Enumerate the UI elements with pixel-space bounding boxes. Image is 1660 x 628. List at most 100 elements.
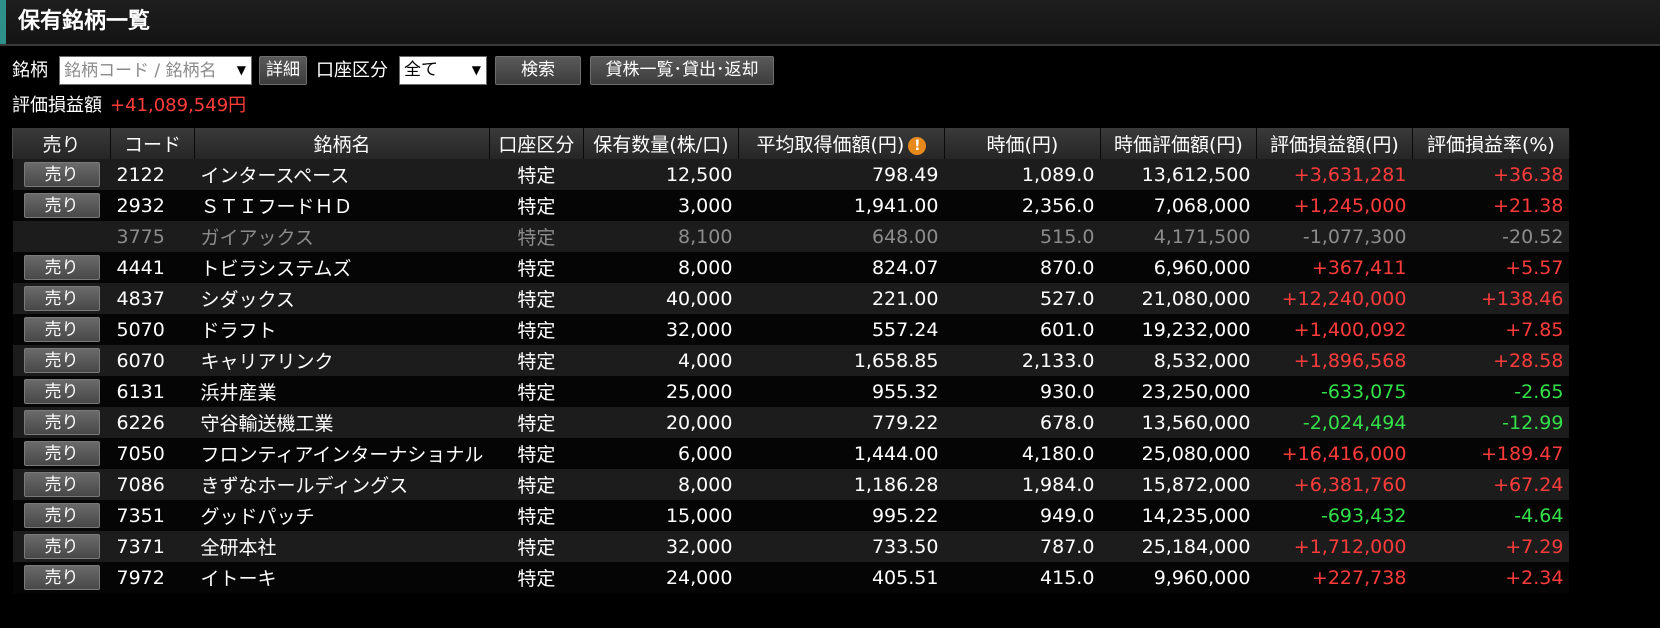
header-pl-rate[interactable]: 評価損益率(%) bbox=[1411, 128, 1570, 159]
table-row[interactable]: 売り 2122 インタースペース 特定 12,500 798.49 1,089.0 13,61… bbox=[12, 159, 1570, 190]
table-row[interactable]: 3775 ガイアックス 特定 8,100 648.00 515.0 4,171,500 -1,… bbox=[12, 221, 1570, 252]
avg-price-cell: 779.22 bbox=[738, 407, 945, 438]
pl-rate-cell: +189.47 bbox=[1412, 438, 1570, 469]
quantity-cell: 32,000 bbox=[583, 531, 739, 562]
header-name[interactable]: 銘柄名 bbox=[194, 128, 490, 159]
account-select[interactable]: 全て ▼ bbox=[399, 56, 487, 85]
account-cell: 特定 bbox=[489, 407, 584, 438]
sell-button[interactable]: 売り bbox=[23, 565, 100, 590]
pl-rate-cell: +7.85 bbox=[1412, 314, 1570, 345]
account-cell: 特定 bbox=[489, 159, 584, 190]
sell-button[interactable]: 売り bbox=[23, 162, 100, 187]
avg-price-cell: 995.22 bbox=[738, 500, 945, 531]
sell-cell: 売り bbox=[12, 438, 111, 469]
sell-cell: 売り bbox=[12, 345, 111, 376]
header-code[interactable]: コード bbox=[110, 128, 195, 159]
sell-button[interactable]: 売り bbox=[23, 193, 100, 218]
header-market-value[interactable]: 時価評価額(円) bbox=[1099, 128, 1257, 159]
summary-value: +41,089,549円 bbox=[110, 95, 247, 116]
name-cell: インタースペース bbox=[194, 159, 490, 190]
sell-button[interactable]: 売り bbox=[23, 534, 100, 559]
code-cell: 6131 bbox=[110, 376, 195, 407]
sell-button[interactable]: 売り bbox=[23, 348, 100, 373]
table-row[interactable]: 売り 2932 ＳＴＩフードＨＤ 特定 3,000 1,941.00 2,356.0 7,06… bbox=[12, 190, 1570, 221]
sell-cell bbox=[12, 221, 111, 252]
quantity-cell: 32,000 bbox=[583, 314, 739, 345]
table-row[interactable]: 売り 7050 フロンティアインターナショナル 特定 6,000 1,444.00 4,18… bbox=[12, 438, 1570, 469]
sell-button[interactable]: 売り bbox=[23, 472, 100, 497]
sell-cell: 売り bbox=[12, 562, 111, 593]
quantity-cell: 12,500 bbox=[583, 159, 739, 190]
price-cell: 415.0 bbox=[944, 562, 1101, 593]
sell-button[interactable]: 売り bbox=[23, 503, 100, 528]
table-row[interactable]: 売り 6131 浜井産業 特定 25,000 955.32 930.0 23,250,000-… bbox=[12, 376, 1570, 407]
table-row[interactable]: 売り 4441 トビラシステムズ 特定 8,000 824.07 870.0 6,960,00… bbox=[12, 252, 1570, 283]
code-cell: 5070 bbox=[110, 314, 195, 345]
header-avg-price[interactable]: 平均取得価額(円)! bbox=[737, 128, 945, 159]
name-cell: 浜井産業 bbox=[194, 376, 490, 407]
table-row[interactable]: 売り 6070 キャリアリンク 特定 4,000 1,658.85 2,133.0 8,532… bbox=[12, 345, 1570, 376]
account-cell: 特定 bbox=[489, 469, 584, 500]
sell-button[interactable]: 売り bbox=[23, 441, 100, 466]
table-row[interactable]: 売り 7086 きずなホールディングス 特定 8,000 1,186.28 1,984.0 1… bbox=[12, 469, 1570, 500]
lending-button[interactable]: 貸株一覧･貸出･返却 bbox=[590, 56, 774, 85]
page-title: 保有銘柄一覧 bbox=[18, 9, 151, 34]
avg-price-cell: 1,941.00 bbox=[738, 190, 945, 221]
avg-price-cell: 1,658.85 bbox=[738, 345, 945, 376]
header-account[interactable]: 口座区分 bbox=[488, 128, 584, 159]
pl-rate-cell: +67.24 bbox=[1412, 469, 1570, 500]
sell-button[interactable]: 売り bbox=[23, 255, 100, 280]
code-cell: 2932 bbox=[110, 190, 195, 221]
title-bar: 保有銘柄一覧 bbox=[0, 0, 1660, 46]
filter-row: 銘柄 ▼ 詳細 口座区分 全て ▼ 検索 貸株一覧･貸出･返却 bbox=[0, 55, 1660, 87]
sell-cell: 売り bbox=[12, 159, 111, 190]
code-cell: 7086 bbox=[110, 469, 195, 500]
pl-rate-cell: -4.64 bbox=[1412, 500, 1570, 531]
table-row[interactable]: 売り 5070 ドラフト 特定 32,000 557.24 601.0 19,232,000 +… bbox=[12, 314, 1570, 345]
pl-amount-cell: -2,024,494 bbox=[1256, 407, 1413, 438]
price-cell: 870.0 bbox=[944, 252, 1101, 283]
symbol-label: 銘柄 bbox=[12, 60, 48, 81]
symbol-input[interactable] bbox=[64, 57, 234, 84]
market-value-cell: 8,532,000 bbox=[1100, 345, 1257, 376]
price-cell: 527.0 bbox=[944, 283, 1101, 314]
name-cell: きずなホールディングス bbox=[194, 469, 490, 500]
quantity-cell: 4,000 bbox=[583, 345, 739, 376]
pl-amount-cell: -693,432 bbox=[1256, 500, 1413, 531]
warning-icon[interactable]: ! bbox=[908, 137, 927, 155]
detail-button[interactable]: 詳細 bbox=[259, 56, 307, 85]
sell-cell: 売り bbox=[12, 252, 111, 283]
caret-down-icon[interactable]: ▼ bbox=[472, 57, 481, 84]
quantity-cell: 20,000 bbox=[583, 407, 739, 438]
sell-button[interactable]: 売り bbox=[23, 317, 100, 342]
account-cell: 特定 bbox=[489, 283, 584, 314]
search-button[interactable]: 検索 bbox=[495, 56, 581, 85]
market-value-cell: 19,232,000 bbox=[1100, 314, 1257, 345]
header-price[interactable]: 時価(円) bbox=[943, 128, 1101, 159]
pl-rate-cell: +21.38 bbox=[1412, 190, 1570, 221]
table-row[interactable]: 売り 7972 イトーキ 特定 24,000 405.51 415.0 9,960,000 +2… bbox=[12, 562, 1570, 593]
header-avg-price-label: 平均取得価額(円) bbox=[756, 134, 905, 156]
summary-label: 評価損益額 bbox=[12, 95, 102, 116]
table-row[interactable]: 売り 6226 守谷輸送機工業 特定 20,000 779.22 678.0 13,560,0… bbox=[12, 407, 1570, 438]
price-cell: 601.0 bbox=[944, 314, 1101, 345]
code-cell: 7050 bbox=[110, 438, 195, 469]
sell-button[interactable]: 売り bbox=[23, 379, 100, 404]
pl-amount-cell: +6,381,760 bbox=[1256, 469, 1413, 500]
table-row[interactable]: 売り 4837 シダックス 特定 40,000 221.00 527.0 21,080,000… bbox=[12, 283, 1570, 314]
name-cell: グッドパッチ bbox=[194, 500, 490, 531]
account-cell: 特定 bbox=[489, 531, 584, 562]
sell-button[interactable]: 売り bbox=[23, 410, 100, 435]
header-pl-amount[interactable]: 評価損益額(円) bbox=[1255, 128, 1413, 159]
avg-price-cell: 1,444.00 bbox=[738, 438, 945, 469]
quantity-cell: 15,000 bbox=[583, 500, 739, 531]
header-quantity[interactable]: 保有数量(株/口) bbox=[582, 128, 739, 159]
price-cell: 787.0 bbox=[944, 531, 1101, 562]
market-value-cell: 4,171,500 bbox=[1100, 221, 1257, 252]
account-selected-value: 全て bbox=[404, 60, 438, 80]
table-row[interactable]: 売り 7351 グッドパッチ 特定 15,000 995.22 949.0 14,235,00… bbox=[12, 500, 1570, 531]
sell-button[interactable]: 売り bbox=[23, 286, 100, 311]
caret-down-icon[interactable]: ▼ bbox=[237, 57, 246, 84]
symbol-combobox[interactable]: ▼ bbox=[59, 56, 252, 85]
table-row[interactable]: 売り 7371 全研本社 特定 32,000 733.50 787.0 25,184,000 +… bbox=[12, 531, 1570, 562]
